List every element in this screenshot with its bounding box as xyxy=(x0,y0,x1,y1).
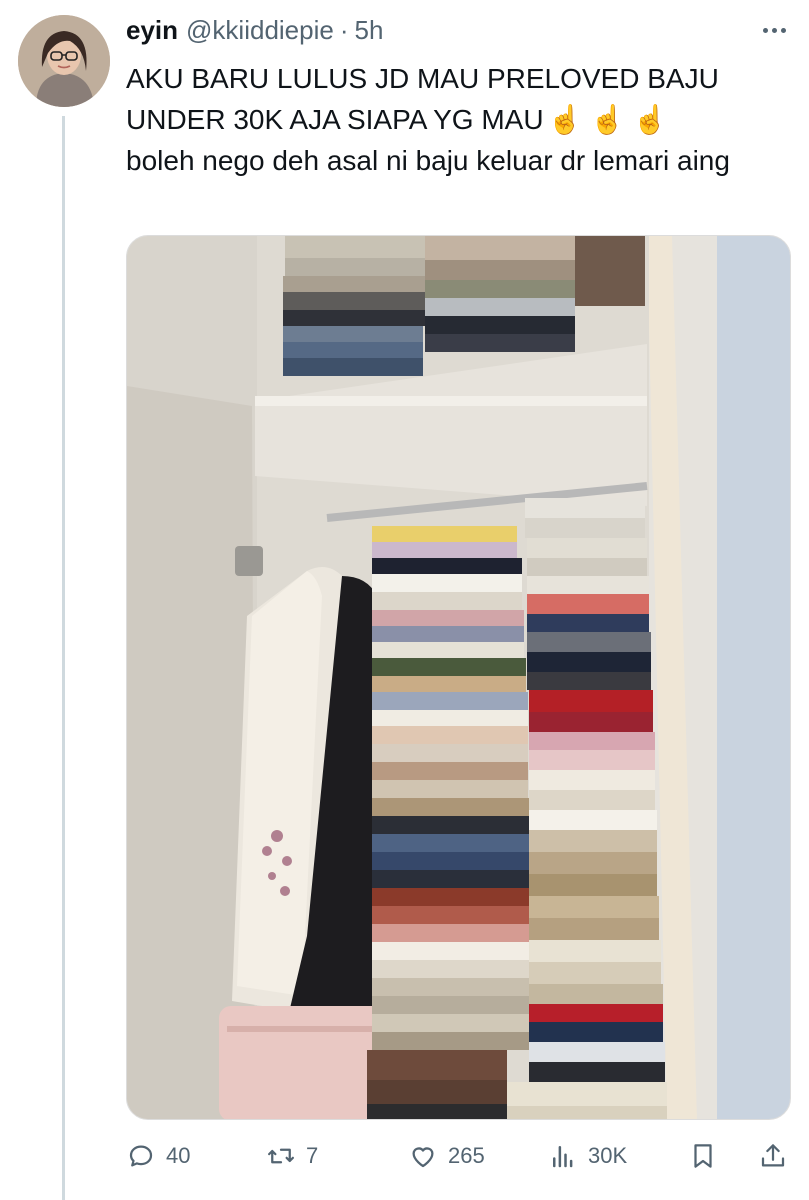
bookmark-button[interactable] xyxy=(688,1136,718,1176)
repost-button[interactable]: 7 xyxy=(266,1136,318,1176)
action-bar: 40 7 265 30K xyxy=(126,1136,791,1176)
heart-icon xyxy=(412,1147,434,1168)
views-count: 30K xyxy=(588,1143,628,1168)
avatar[interactable] xyxy=(18,15,110,107)
reply-bubble-icon xyxy=(129,1145,153,1167)
like-count: 265 xyxy=(448,1143,485,1168)
tweet-text: AKU BARU LULUS JD MAU PRELOVED BAJU UNDE… xyxy=(126,58,786,181)
share-arrow-icon xyxy=(761,1144,785,1167)
reply-button[interactable]: 40 xyxy=(126,1136,190,1176)
author-handle[interactable]: @kkiiddiepie xyxy=(186,15,334,46)
author-name[interactable]: eyin xyxy=(126,15,178,46)
avatar-image xyxy=(18,15,110,107)
views-bars-icon xyxy=(553,1146,573,1168)
views-button[interactable]: 30K xyxy=(548,1136,627,1176)
tweet-text-line2: boleh nego deh asal ni baju keluar dr le… xyxy=(126,145,730,176)
repost-arrows-icon xyxy=(268,1148,294,1164)
pointing-up-emoji: ☝️ ☝️ ☝️ xyxy=(547,104,668,135)
repost-count: 7 xyxy=(306,1143,319,1168)
bookmark-icon xyxy=(694,1144,712,1168)
reply-count: 40 xyxy=(166,1143,191,1168)
tweet-header: eyin @kkiiddiepie · 5h xyxy=(126,12,383,48)
tweet-time[interactable]: 5h xyxy=(355,15,384,46)
thread-line xyxy=(62,116,65,1200)
share-button[interactable] xyxy=(758,1136,788,1176)
more-dots-icon[interactable] xyxy=(756,18,792,42)
wardrobe-photo xyxy=(127,236,790,1119)
separator-dot: · xyxy=(339,14,349,45)
like-button[interactable]: 265 xyxy=(408,1136,485,1176)
tweet-photo[interactable] xyxy=(126,235,791,1120)
